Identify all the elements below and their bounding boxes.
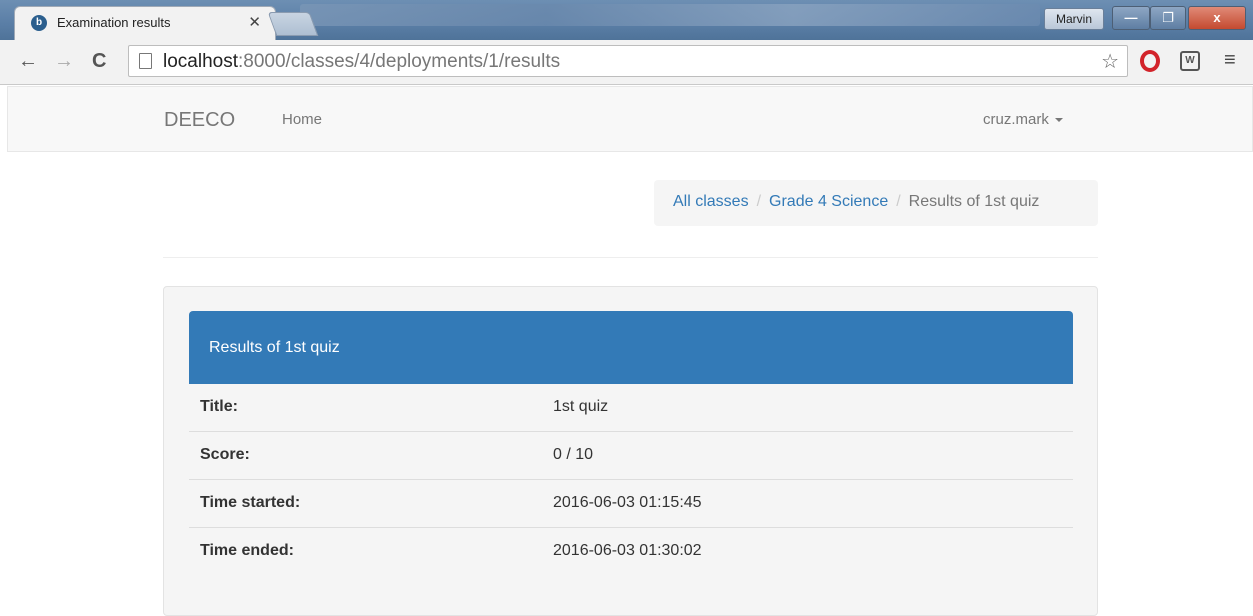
favicon-icon: b [31, 15, 47, 31]
breadcrumb: All classes / Grade 4 Science / Results of 1… [654, 180, 1098, 226]
row-label: Title: [200, 398, 238, 415]
reload-icon[interactable]: C [92, 50, 106, 73]
breadcrumb-separator: / [756, 193, 762, 210]
row-value: 2016-06-03 01:30:02 [553, 542, 702, 559]
user-menu-dropdown[interactable]: cruz.mark [983, 111, 1063, 128]
opera-extension-icon[interactable] [1140, 50, 1160, 72]
new-tab-button[interactable] [267, 12, 319, 36]
app-navbar: DEECO Home cruz.mark [7, 86, 1253, 152]
caret-down-icon [1054, 118, 1063, 123]
titlebar-background [300, 4, 1040, 26]
bookmark-star-icon[interactable]: ☆ [1101, 49, 1119, 74]
forward-arrow-icon[interactable]: → [54, 50, 74, 73]
nav-home-link[interactable]: Home [282, 111, 322, 128]
breadcrumb-current: Results of 1st quiz [908, 193, 1040, 210]
minimize-button[interactable]: — [1112, 6, 1150, 30]
results-heading: Results of 1st quiz [189, 311, 1073, 384]
url-text: localhost:8000/classes/4/deployments/1/r… [163, 51, 560, 73]
table-row: Time ended: 2016-06-03 01:30:02 [189, 528, 1073, 576]
breadcrumb-link-grade-4-science[interactable]: Grade 4 Science [769, 193, 888, 210]
address-bar[interactable]: localhost:8000/classes/4/deployments/1/r… [128, 45, 1128, 77]
maximize-button[interactable]: ❐ [1150, 6, 1186, 30]
divider [163, 257, 1098, 258]
browser-titlebar: b Examination results ✕ Marvin — ❐ x [0, 0, 1253, 40]
brand-logo[interactable]: DEECO [164, 109, 235, 132]
table-row: Time started: 2016-06-03 01:15:45 [189, 480, 1073, 528]
row-label: Time ended: [200, 542, 294, 559]
close-window-button[interactable]: x [1188, 6, 1246, 30]
row-value: 1st quiz [553, 398, 609, 415]
url-host: localhost [163, 51, 238, 72]
browser-tab[interactable]: b Examination results ✕ [14, 6, 276, 40]
row-label: Score: [200, 446, 250, 463]
browser-menu-icon[interactable]: ≡ [1224, 49, 1236, 72]
breadcrumb-link-all-classes[interactable]: All classes [673, 193, 749, 210]
results-table: Title: 1st quiz Score: 0 / 10 Time start… [189, 384, 1073, 576]
table-row: Score: 0 / 10 [189, 432, 1073, 480]
shield-extension-icon[interactable]: W [1180, 51, 1200, 71]
user-name: cruz.mark [983, 111, 1049, 128]
page-icon [139, 53, 152, 69]
row-value: 0 / 10 [553, 446, 594, 463]
browser-toolbar: ← → C localhost:8000/classes/4/deploymen… [0, 40, 1253, 85]
tab-close-icon[interactable]: ✕ [248, 13, 261, 31]
profile-badge[interactable]: Marvin [1044, 8, 1104, 30]
row-label: Time started: [200, 494, 301, 511]
url-path: :8000/classes/4/deployments/1/results [238, 51, 561, 72]
table-row: Title: 1st quiz [189, 384, 1073, 432]
results-well: Results of 1st quiz Title: 1st quiz Scor… [163, 286, 1098, 616]
breadcrumb-separator: / [896, 193, 901, 210]
row-value: 2016-06-03 01:15:45 [553, 494, 702, 511]
tab-title: Examination results [57, 15, 171, 30]
back-arrow-icon[interactable]: ← [18, 50, 38, 73]
